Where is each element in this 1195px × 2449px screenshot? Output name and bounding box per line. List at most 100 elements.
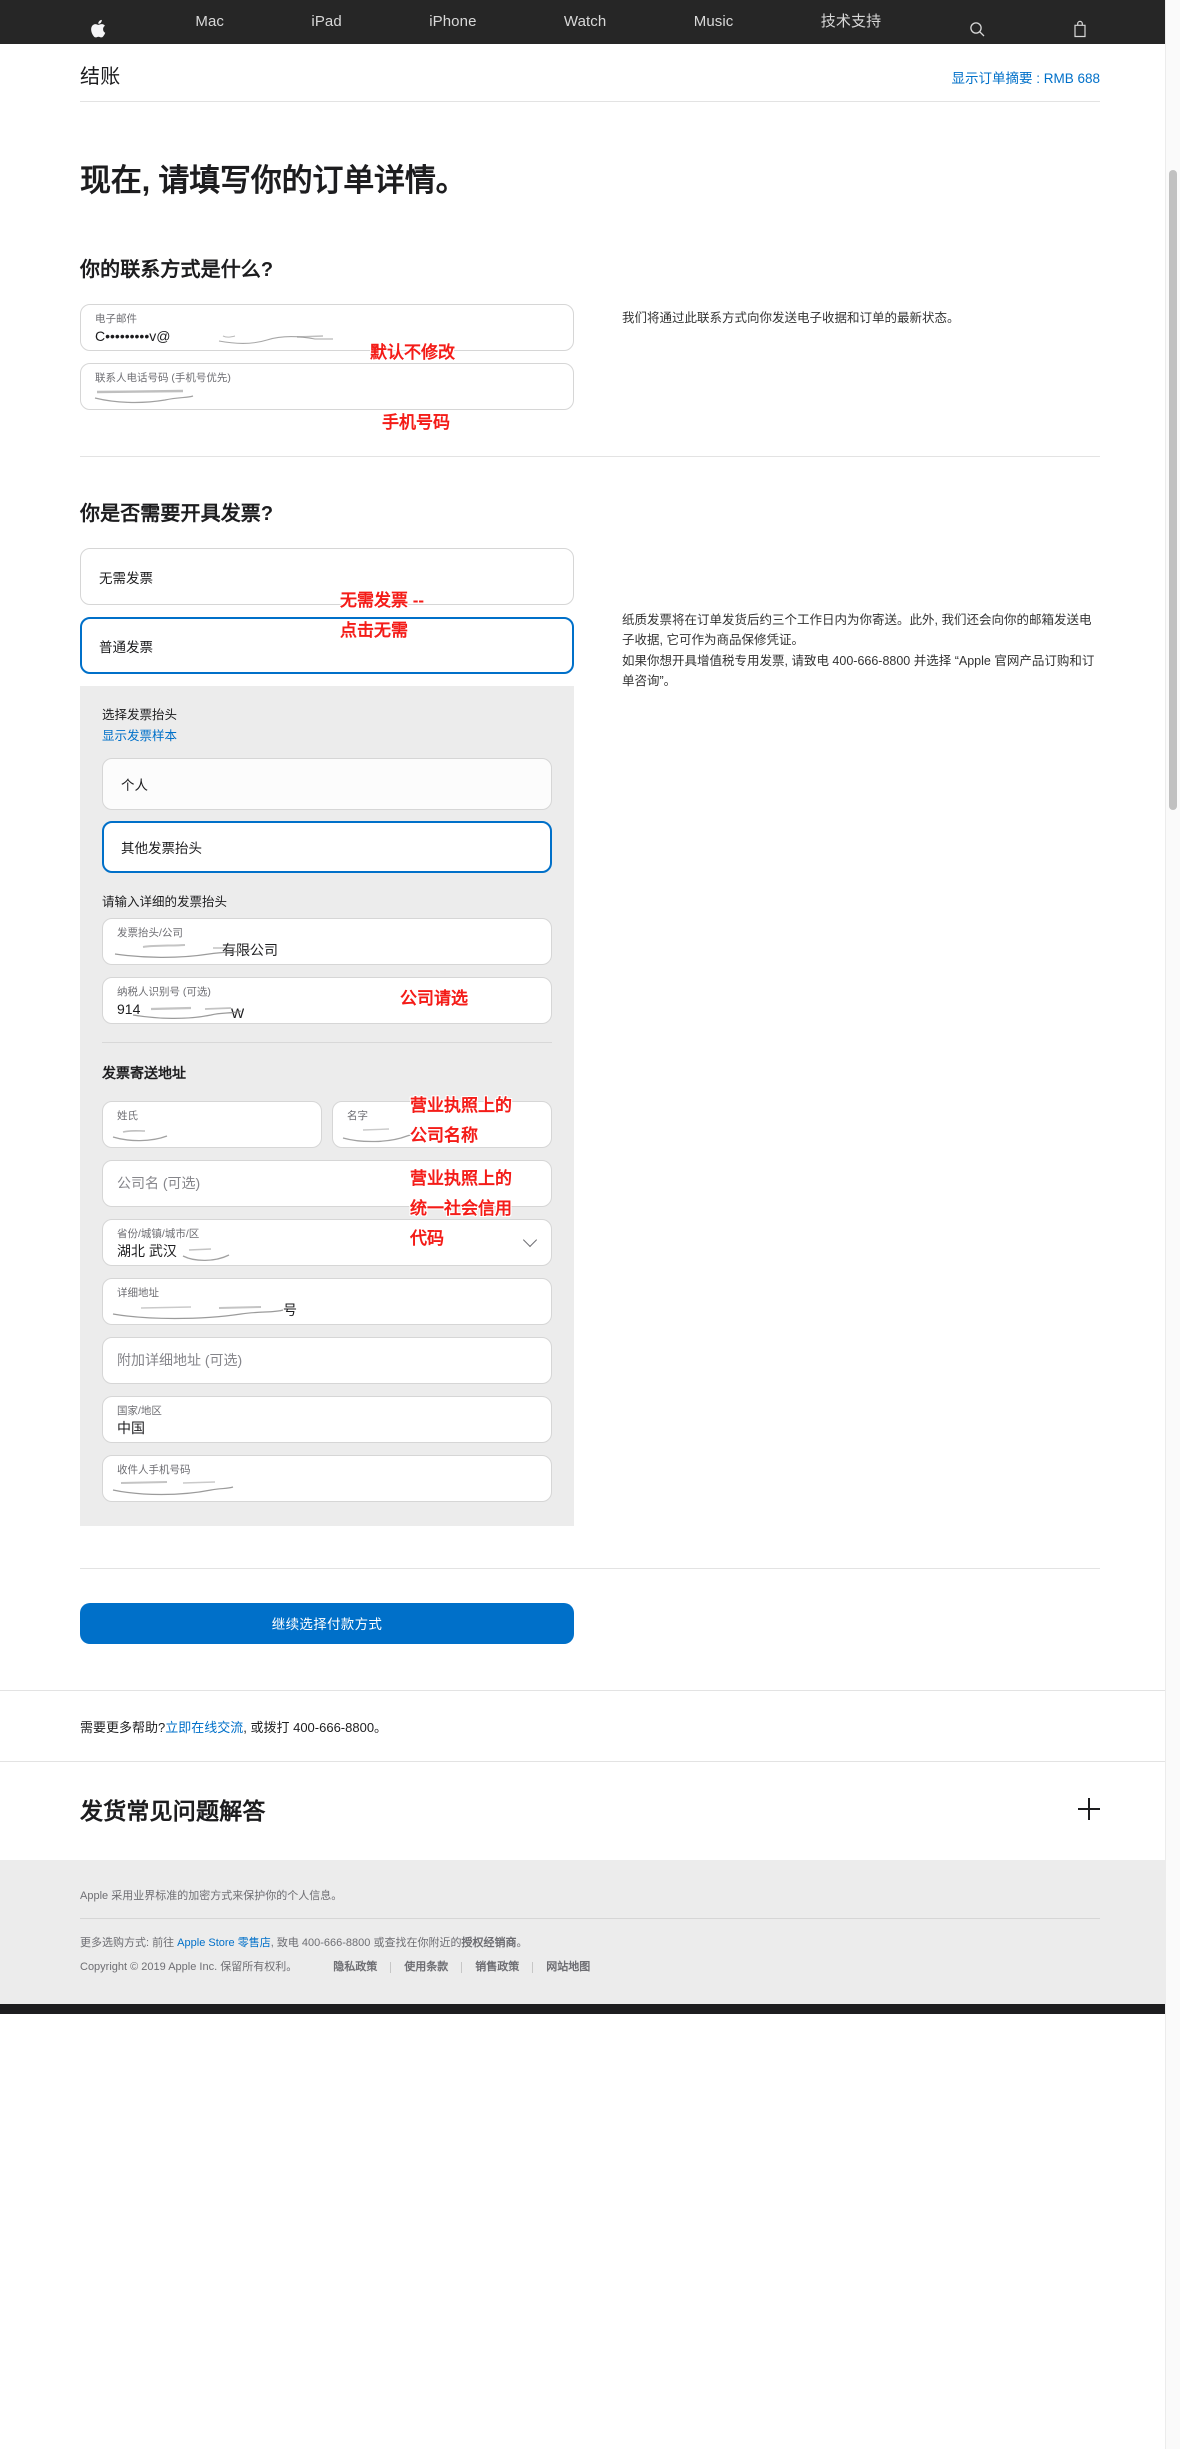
panel-divider	[102, 1041, 552, 1043]
company-optional-field-placeholder: 公司名 (可选)	[117, 1175, 201, 1192]
address-line1-field[interactable]: 详细地址 号	[102, 1277, 552, 1325]
first-name-field-label: 名字	[347, 1109, 368, 1122]
invoice-title-option-personal[interactable]: 个人	[102, 757, 552, 810]
continue-section: 继续选择付款方式	[80, 1567, 1100, 1644]
nav-bag-button[interactable]	[1073, 12, 1090, 38]
contact-section: 你的联系方式是什么? 电子邮件 C•••••••••v@ 联系人电话号码 (手机…	[80, 253, 1100, 422]
footer-link-sitemap[interactable]: 网站地图	[546, 1957, 590, 1978]
company-optional-field[interactable]: 公司名 (可选)	[102, 1159, 552, 1207]
nav-item-mac[interactable]: Mac	[195, 0, 224, 44]
help-strip: 需要更多帮助?立即在线交流, 或拨打 400-666-8800。	[0, 1689, 1180, 1761]
order-summary-link[interactable]: 显示订单摘要 : RMB 688	[951, 67, 1100, 87]
live-chat-link[interactable]: 立即在线交流	[165, 1720, 243, 1735]
invoice-detail-panel: 选择发票抬头 显示发票样本 个人 其他发票抬头 请输入详细的发票抬头 发票抬头/…	[80, 686, 574, 1526]
footer-shopping-prefix: 更多选购方式: 前往	[80, 1937, 178, 1950]
invoice-helper-paragraph-2: 如果你想开具增值税专用发票, 请致电 400-666-8800 并选择 “App…	[622, 653, 1095, 688]
continue-to-payment-button[interactable]: 继续选择付款方式	[80, 1602, 574, 1644]
redaction-scrawl-phone	[94, 389, 194, 404]
apple-logo-icon	[90, 12, 108, 37]
redaction-scrawl-lastname	[112, 1129, 168, 1142]
page-title: 结账	[80, 66, 121, 88]
footer-bottom-bar	[0, 2004, 1180, 2015]
region-select-value: 湖北 武汉	[117, 1242, 177, 1259]
company-name-field-label: 发票抬头/公司	[117, 926, 183, 939]
nav-item-iphone[interactable]: iPhone	[429, 0, 476, 44]
invoice-address-title: 发票寄送地址	[102, 1064, 186, 1081]
company-name-field-value: 有限公司	[222, 941, 278, 958]
email-field-label: 电子邮件	[95, 313, 137, 326]
country-field-value: 中国	[117, 1419, 145, 1436]
legal-separator-1	[390, 1962, 392, 1974]
address-line2-field[interactable]: 附加详细地址 (可选)	[102, 1336, 552, 1384]
invoice-title-option-other[interactable]: 其他发票抬头	[102, 820, 552, 873]
invoice-option-none[interactable]: 无需发票	[80, 548, 574, 606]
section-divider-1	[80, 456, 1100, 458]
search-icon	[969, 12, 986, 37]
company-name-field[interactable]: 发票抬头/公司 有限公司	[102, 917, 552, 965]
invoice-detail-label: 请输入详细的发票抬头	[102, 894, 228, 909]
scrollbar-thumb[interactable]	[1169, 170, 1177, 810]
faq-title: 发货常见问题解答	[80, 1797, 266, 1824]
chevron-down-icon	[522, 1233, 538, 1248]
page-scrollbar[interactable]	[1165, 0, 1180, 2449]
tax-id-field-suffix: W	[231, 1004, 245, 1021]
nav-search-button[interactable]	[969, 12, 986, 37]
phone-field[interactable]: 联系人电话号码 (手机号优先)	[80, 363, 574, 411]
faq-toggle-row[interactable]: 发货常见问题解答	[80, 1762, 1100, 1860]
nav-item-ipad[interactable]: iPad	[311, 0, 341, 44]
email-field[interactable]: 电子邮件 C•••••••••v@	[80, 304, 574, 352]
apple-store-link[interactable]: Apple Store 零售店	[177, 1937, 271, 1949]
invoice-option-normal[interactable]: 普通发票	[80, 617, 574, 675]
footer-legal-row: Copyright © 2019 Apple Inc. 保留所有权利。 隐私政策…	[80, 1957, 1100, 1978]
address-line2-field-placeholder: 附加详细地址 (可选)	[117, 1352, 243, 1369]
bag-icon	[1073, 12, 1090, 38]
footer-link-terms[interactable]: 使用条款	[404, 1957, 448, 1978]
last-name-field[interactable]: 姓氏	[102, 1100, 322, 1148]
invoice-heading: 你是否需要开具发票?	[80, 503, 274, 526]
footer-link-privacy[interactable]: 隐私政策	[333, 1957, 377, 1978]
reseller-link[interactable]: 授权经销商	[461, 1937, 516, 1949]
nav-item-support[interactable]: 技术支持	[821, 0, 881, 44]
redaction-scrawl-firstname	[342, 1128, 422, 1143]
global-nav: Mac iPad iPhone Watch Music 技术支持	[0, 0, 1180, 44]
address-line1-field-value: 号	[283, 1301, 297, 1318]
footer-shopping-mid: , 致电 400-666-8800 或查找在你附近的	[270, 1937, 462, 1950]
contact-heading: 你的联系方式是什么?	[80, 259, 274, 282]
invoice-sample-link[interactable]: 显示发票样本	[102, 725, 177, 744]
recipient-phone-field-label: 收件人手机号码	[117, 1463, 191, 1476]
plus-icon[interactable]	[1078, 1797, 1100, 1820]
contact-helper-text: 我们将通过此联系方式向你发送电子收据和订单的最新状态。	[622, 311, 960, 326]
phone-field-label: 联系人电话号码 (手机号优先)	[95, 372, 231, 385]
tax-id-field[interactable]: 纳税人识别号 (可选) 914 W	[102, 976, 552, 1024]
email-field-value: C•••••••••v@	[95, 328, 171, 345]
invoice-title-option-personal-label: 个人	[121, 777, 148, 793]
footer-security-note: Apple 采用业界标准的加密方式来保护你的个人信息。	[80, 1878, 1100, 1920]
legal-separator-3	[532, 1962, 534, 1974]
recipient-phone-field[interactable]: 收件人手机号码	[102, 1454, 552, 1502]
checkout-header-bar: 结账 显示订单摘要 : RMB 688	[0, 44, 1180, 114]
main-content: 现在, 请填写你的订单详情。 你的联系方式是什么? 电子邮件 C••••••••…	[80, 114, 1100, 1644]
nav-apple-logo[interactable]	[90, 12, 108, 37]
page-viewport: Mac iPad iPhone Watch Music 技术支持 结账 显示订单…	[0, 0, 1180, 2449]
footer-link-sales-policy[interactable]: 销售政策	[475, 1957, 519, 1978]
invoice-helper-paragraph-1: 纸质发票将在订单发货后约三个工作日内为你寄送。此外, 我们还会向你的邮箱发送电子…	[622, 613, 1092, 648]
tax-id-field-label: 纳税人识别号 (可选)	[117, 985, 211, 998]
invoice-title-label: 选择发票抬头	[102, 708, 178, 723]
page-footer: Apple 采用业界标准的加密方式来保护你的个人信息。 更多选购方式: 前往 A…	[0, 1859, 1180, 2005]
region-select[interactable]: 省份/城镇/城市/区 湖北 武汉	[102, 1218, 552, 1266]
legal-separator-2	[461, 1962, 463, 1974]
country-field-label: 国家/地区	[117, 1404, 162, 1417]
help-prefix: 需要更多帮助?	[80, 1719, 166, 1735]
nav-item-music[interactable]: Music	[694, 0, 734, 44]
tax-id-field-value: 914	[117, 1000, 141, 1017]
address-line1-field-label: 详细地址	[117, 1286, 159, 1299]
first-name-field[interactable]: 名字	[332, 1100, 552, 1148]
faq-accordion: 发货常见问题解答	[0, 1760, 1180, 1860]
invoice-section: 你是否需要开具发票? 无需发票 普通发票 选择发票抬头 显示发票样本 个人 其他…	[80, 497, 1100, 1526]
invoice-option-normal-label: 普通发票	[99, 639, 153, 655]
nav-item-watch[interactable]: Watch	[564, 0, 606, 44]
footer-shopping-line: 更多选购方式: 前往 Apple Store 零售店, 致电 400-666-8…	[80, 1933, 1100, 1954]
invoice-option-none-label: 无需发票	[99, 570, 153, 586]
country-field[interactable]: 国家/地区 中国	[102, 1395, 552, 1443]
help-suffix: , 或拨打 400-666-8800。	[243, 1719, 388, 1735]
